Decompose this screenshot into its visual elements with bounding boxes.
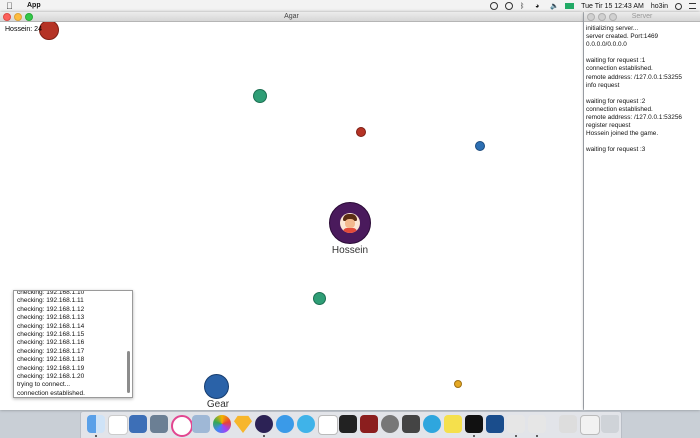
- food-red-blob: [356, 127, 366, 137]
- food-yellow-blob: [454, 380, 462, 388]
- server-log-line: [586, 49, 682, 57]
- finder-icon[interactable]: [87, 415, 105, 433]
- downloads-stack-icon[interactable]: [580, 415, 600, 435]
- player-hossein-cell: [329, 202, 371, 244]
- dictionary-icon[interactable]: [360, 415, 378, 433]
- server-log-line: connection established.: [586, 105, 653, 113]
- apple-icon[interactable]: : [6, 1, 13, 11]
- server-log-line: [586, 138, 682, 146]
- dock: [80, 411, 622, 438]
- score-label: Hossein: 24: [5, 26, 42, 33]
- wifi-icon[interactable]: ◕: [535, 3, 543, 10]
- log-line: checking: 192.168.1.20: [17, 373, 85, 381]
- power-icon[interactable]: [505, 2, 514, 10]
- server-log-line: register request: [586, 122, 631, 130]
- log-line: checking: 192.168.1.13: [17, 314, 85, 322]
- safari-icon[interactable]: [276, 415, 294, 433]
- calendar-icon[interactable]: [108, 415, 128, 435]
- log-line: checking: 192.168.1.15: [17, 331, 85, 339]
- agar-titlebar[interactable]: Agar: [0, 12, 583, 22]
- virtualbox-icon[interactable]: [486, 415, 504, 433]
- clock[interactable]: Tue Tir 15 12:43 AM: [581, 3, 644, 10]
- log-text: checking: 192.168.1.10 checking: 192.168.…: [17, 290, 85, 397]
- server-log-line: remote address: /127.0.0.1:53256: [586, 114, 682, 122]
- java-app-icon[interactable]: [507, 415, 525, 433]
- server-log-text: initializing server... server created. Po…: [586, 25, 682, 155]
- server-log-line: waiting for request :2: [586, 97, 646, 105]
- documents-folder-icon[interactable]: [559, 415, 577, 433]
- photos-app-icon[interactable]: [213, 415, 231, 433]
- app-store-icon[interactable]: [297, 415, 315, 433]
- avatar-shirt: [343, 228, 357, 233]
- notes-icon[interactable]: [318, 415, 338, 435]
- server-log-line: [586, 90, 682, 98]
- log-line: connection established.: [17, 389, 85, 397]
- server-window: Server initializing server... server crea…: [584, 12, 700, 410]
- server-log-line: connection established.: [586, 65, 653, 73]
- server-log-line: initializing server...: [586, 25, 639, 32]
- terminal-icon[interactable]: [465, 415, 483, 433]
- food-green-blob: [253, 89, 267, 103]
- system-preferences-icon[interactable]: [381, 415, 399, 433]
- log-line: checking: 192.168.1.18: [17, 356, 85, 364]
- java-app-icon[interactable]: [528, 415, 546, 433]
- food-red-blob: [39, 22, 59, 40]
- instruments-icon[interactable]: [402, 415, 420, 433]
- minimize-button[interactable]: [598, 13, 606, 21]
- player-gear-cell: [204, 374, 229, 399]
- log-line: checking: 192.168.1.19: [17, 364, 85, 372]
- server-log-line: waiting for request :3: [586, 146, 646, 154]
- log-line: trying to connect...: [17, 381, 71, 389]
- player-name-hossein: Hossein: [331, 245, 369, 256]
- preview-icon[interactable]: [192, 415, 210, 433]
- user-menu[interactable]: ho3in: [651, 3, 668, 10]
- log-line: checking: 192.168.1.11: [17, 297, 84, 305]
- log-line: checking: 192.168.1.16: [17, 339, 85, 347]
- server-log-line: remote address: /127.0.0.1:53255: [586, 73, 682, 81]
- zoom-button[interactable]: [609, 13, 617, 21]
- itunes-icon[interactable]: [171, 415, 193, 437]
- food-green-blob: [313, 292, 326, 305]
- agar-window: Agar Hossein: 24 Hossein Gear checking: …: [0, 12, 583, 410]
- log-line: checking: 192.168.1.14: [17, 322, 85, 330]
- server-log-line: 0.0.0.0/0.0.0.0: [586, 41, 627, 49]
- activity-monitor-icon[interactable]: [339, 415, 357, 433]
- search-icon[interactable]: [675, 2, 682, 10]
- flag-icon[interactable]: [565, 3, 575, 9]
- server-titlebar[interactable]: Server: [584, 12, 700, 22]
- photos-icon[interactable]: [150, 415, 168, 433]
- connection-log-panel[interactable]: checking: 192.168.1.10 checking: 192.168.…: [13, 290, 133, 398]
- window-title: Agar: [284, 13, 299, 20]
- eclipse-icon[interactable]: [255, 415, 273, 433]
- log-line: checking: 192.168.1.10: [17, 290, 85, 296]
- bluetooth-icon[interactable]: ᛒ: [520, 3, 528, 10]
- minimize-button[interactable]: [14, 13, 22, 21]
- volume-icon[interactable]: 🔈: [550, 3, 559, 10]
- telegram-icon[interactable]: [423, 415, 441, 433]
- avatar-face: [345, 219, 355, 228]
- log-line: checking: 192.168.1.17: [17, 347, 85, 355]
- avatar: [340, 213, 360, 233]
- trash-icon[interactable]: [601, 415, 619, 433]
- food-blue-blob: [475, 141, 485, 151]
- status-icon[interactable]: [490, 2, 499, 10]
- server-log-line: info request: [586, 81, 620, 89]
- server-log-line: server created. Port:1469: [586, 33, 659, 41]
- stickies-icon[interactable]: [444, 415, 462, 433]
- log-scrollbar[interactable]: [127, 351, 130, 393]
- list-icon[interactable]: [689, 3, 696, 9]
- player-name-gear: Gear: [206, 399, 230, 410]
- window-title: Server: [631, 13, 653, 20]
- close-button[interactable]: [3, 13, 11, 21]
- server-log-line: Hossein joined the game.: [586, 130, 659, 138]
- sketch-icon[interactable]: [234, 415, 252, 433]
- zoom-button[interactable]: [25, 13, 33, 21]
- log-line: checking: 192.168.1.12: [17, 305, 85, 313]
- app-menu[interactable]: App: [27, 2, 41, 9]
- close-button[interactable]: [587, 13, 595, 21]
- launchpad-icon[interactable]: [129, 415, 147, 433]
- server-log-line: waiting for request :1: [586, 57, 646, 65]
